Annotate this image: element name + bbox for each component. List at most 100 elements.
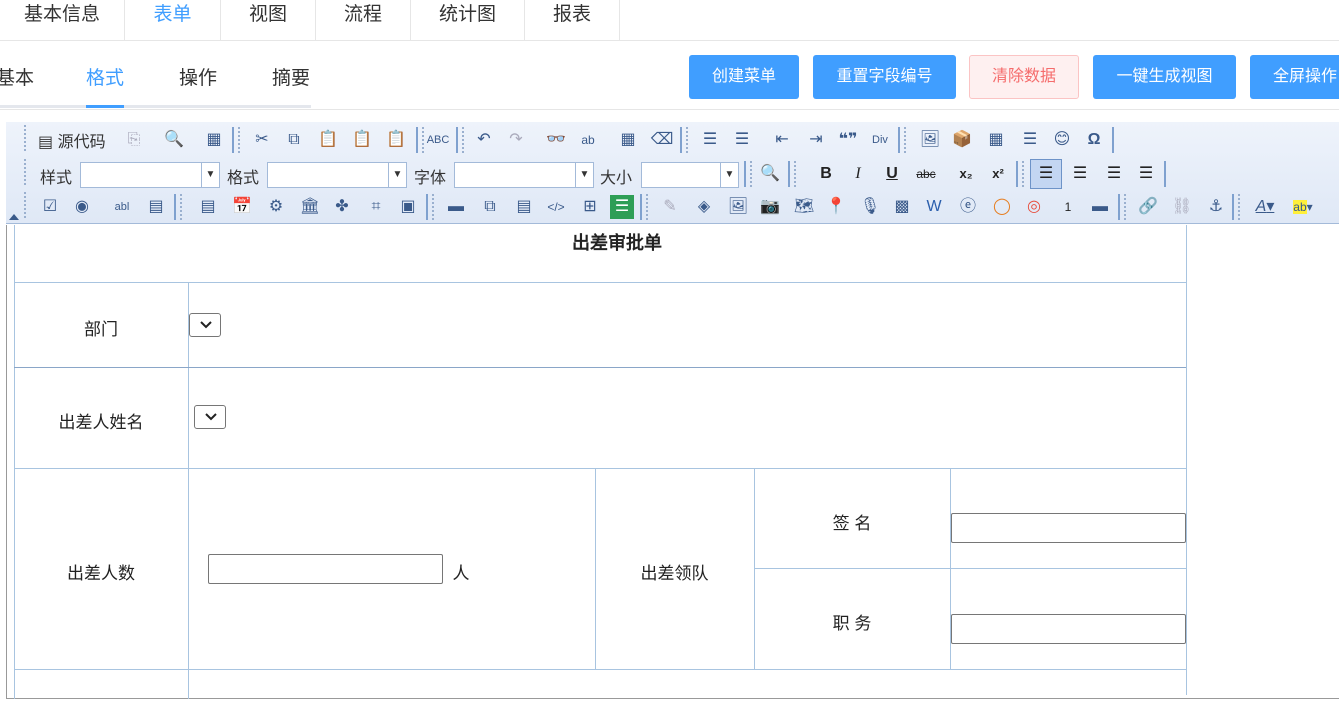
align-right-icon[interactable]: ☰ — [1102, 162, 1126, 186]
tab-chart[interactable]: 统计图 — [411, 0, 525, 40]
remove-format-icon[interactable]: ⌫ — [650, 128, 674, 152]
flash-icon[interactable]: 📦 — [950, 128, 974, 152]
layers-icon[interactable]: ◈ — [692, 195, 716, 219]
reset-field-numbers-button[interactable]: 重置字段编号 — [813, 55, 956, 99]
target-icon[interactable]: ◎ — [1022, 195, 1046, 219]
source-code-button[interactable]: ▤ 源代码 — [38, 128, 106, 152]
ie-icon[interactable]: ⓔ — [956, 195, 980, 219]
strikethrough-icon[interactable]: abc — [914, 162, 938, 186]
calendar-icon[interactable]: 📅 — [230, 195, 254, 219]
checkbox-icon[interactable]: ☑ — [38, 195, 62, 219]
location-icon[interactable]: 📍 — [824, 195, 848, 219]
text-field-icon[interactable]: abl — [110, 195, 134, 219]
unlink-icon[interactable]: ⛓ — [1170, 195, 1194, 219]
qrcode-icon[interactable]: ▩ — [890, 195, 914, 219]
tab-flow[interactable]: 流程 — [316, 0, 411, 40]
cut-icon[interactable]: ✂ — [250, 128, 274, 152]
editor-content[interactable]: 出差审批单 部门 出差人姓名 出差人数 人 出差领队 签 名 职 务 — [6, 225, 1339, 699]
outdent-icon[interactable]: ⇤ — [770, 128, 794, 152]
document-field-icon[interactable]: ▤ — [512, 195, 536, 219]
traveler-count-input[interactable] — [208, 554, 443, 584]
preview-icon[interactable]: 🔍 — [162, 128, 186, 152]
numbered-list-icon[interactable]: ☰ — [698, 128, 722, 152]
bold-icon[interactable]: B — [814, 162, 838, 186]
signature-input[interactable] — [951, 513, 1186, 543]
bulleted-list-icon[interactable]: ☰ — [730, 128, 754, 152]
select-all-icon[interactable]: ▦ — [616, 128, 640, 152]
code-field-icon[interactable]: </> — [544, 195, 568, 219]
department-icon[interactable]: 🏛 — [298, 195, 322, 219]
progress-field-icon[interactable]: ⊞ — [578, 195, 602, 219]
connector-icon[interactable]: ⌗ — [364, 195, 388, 219]
bg-color-icon[interactable]: ab▾ — [1286, 195, 1320, 219]
div-container-icon[interactable]: Div — [868, 128, 892, 152]
paste-icon[interactable]: 📋 — [316, 128, 340, 152]
anchor-icon[interactable]: ⚓ — [1204, 195, 1228, 219]
user-select-icon[interactable]: ✤ — [330, 195, 354, 219]
smiley-icon[interactable]: 😊 — [1050, 128, 1074, 152]
macro-icon[interactable]: ⚙ — [264, 195, 288, 219]
save-template-icon[interactable]: ⎘ — [122, 128, 146, 152]
radio-icon[interactable]: ◉ — [70, 195, 94, 219]
spellcheck-icon[interactable]: ABC — [426, 128, 450, 152]
map-icon[interactable]: 🗺 — [792, 195, 816, 219]
calc-field-icon[interactable]: ⧉ — [478, 195, 502, 219]
templates-icon[interactable]: ▦ — [202, 128, 226, 152]
generate-view-button[interactable]: 一键生成视图 — [1093, 55, 1236, 99]
redo-icon[interactable]: ↷ — [504, 128, 528, 152]
microphone-icon[interactable]: 🎙 — [858, 195, 882, 219]
tab-view[interactable]: 视图 — [221, 0, 316, 40]
tab-basic-info[interactable]: 基本信息 — [0, 0, 125, 40]
font-color-icon[interactable]: A▾ — [1250, 195, 1280, 219]
list-view-icon[interactable]: ☰ — [610, 195, 634, 219]
textarea-icon[interactable]: ▤ — [144, 195, 168, 219]
special-char-icon[interactable]: Ω — [1082, 128, 1106, 152]
traveler-name-select[interactable] — [194, 405, 226, 429]
link-icon[interactable]: 🔗 — [1136, 195, 1160, 219]
paste-text-icon[interactable]: 📋 — [350, 128, 374, 152]
hidden-field-icon[interactable]: ▬ — [444, 195, 468, 219]
subtab-operation[interactable]: 操作 — [179, 63, 217, 90]
align-center-icon[interactable]: ☰ — [1068, 162, 1092, 186]
find-icon[interactable]: 👓 — [544, 128, 568, 152]
picture-field-icon[interactable]: 🖼 — [726, 195, 750, 219]
underline-icon[interactable]: U — [880, 162, 904, 186]
image-icon[interactable]: 🖼 — [918, 128, 942, 152]
tab-form[interactable]: 表单 — [125, 0, 221, 40]
sign-icon[interactable]: ▣ — [396, 195, 420, 219]
department-select[interactable] — [189, 313, 221, 337]
font-combo[interactable]: ▼ — [454, 162, 594, 188]
indent-icon[interactable]: ⇥ — [804, 128, 828, 152]
undo-icon[interactable]: ↶ — [472, 128, 496, 152]
clear-data-button[interactable]: 清除数据 — [969, 55, 1079, 99]
subtab-basic[interactable]: 基本 — [0, 63, 34, 90]
toolbar-collapse-icon[interactable] — [9, 214, 19, 220]
color-wheel-icon[interactable]: ◯ — [990, 195, 1014, 219]
paste-word-icon[interactable]: 📋 — [384, 128, 408, 152]
word-icon[interactable]: W — [922, 195, 946, 219]
table-icon[interactable]: ▦ — [984, 128, 1008, 152]
subtab-format[interactable]: 格式 — [86, 63, 124, 90]
attachment-icon[interactable]: ✎ — [658, 195, 682, 219]
format-combo[interactable]: ▼ — [267, 162, 407, 188]
italic-icon[interactable]: I — [846, 162, 870, 186]
hr-icon[interactable]: ▬ — [1088, 195, 1112, 219]
superscript-icon[interactable]: x² — [986, 162, 1010, 186]
blockquote-icon[interactable]: ❝❞ — [836, 128, 860, 152]
show-blocks-icon[interactable]: 🔍 — [758, 162, 782, 186]
size-combo[interactable]: ▼ — [641, 162, 739, 188]
tab-report[interactable]: 报表 — [525, 0, 620, 40]
list-field-icon[interactable]: ▤ — [196, 195, 220, 219]
replace-icon[interactable]: ab — [576, 128, 600, 152]
align-justify-icon[interactable]: ☰ — [1134, 162, 1158, 186]
align-left-icon[interactable]: ☰ — [1030, 159, 1062, 189]
create-menu-button[interactable]: 创建菜单 — [689, 55, 799, 99]
fullscreen-button[interactable]: 全屏操作 — [1250, 55, 1339, 99]
horizontal-line-icon[interactable]: ☰ — [1018, 128, 1042, 152]
page-number-icon[interactable]: 1 — [1056, 195, 1080, 219]
position-input[interactable] — [951, 614, 1186, 644]
style-combo[interactable]: ▼ — [80, 162, 220, 188]
camera-icon[interactable]: 📷 — [758, 195, 782, 219]
subscript-icon[interactable]: x₂ — [954, 162, 978, 186]
subtab-summary[interactable]: 摘要 — [272, 63, 310, 90]
